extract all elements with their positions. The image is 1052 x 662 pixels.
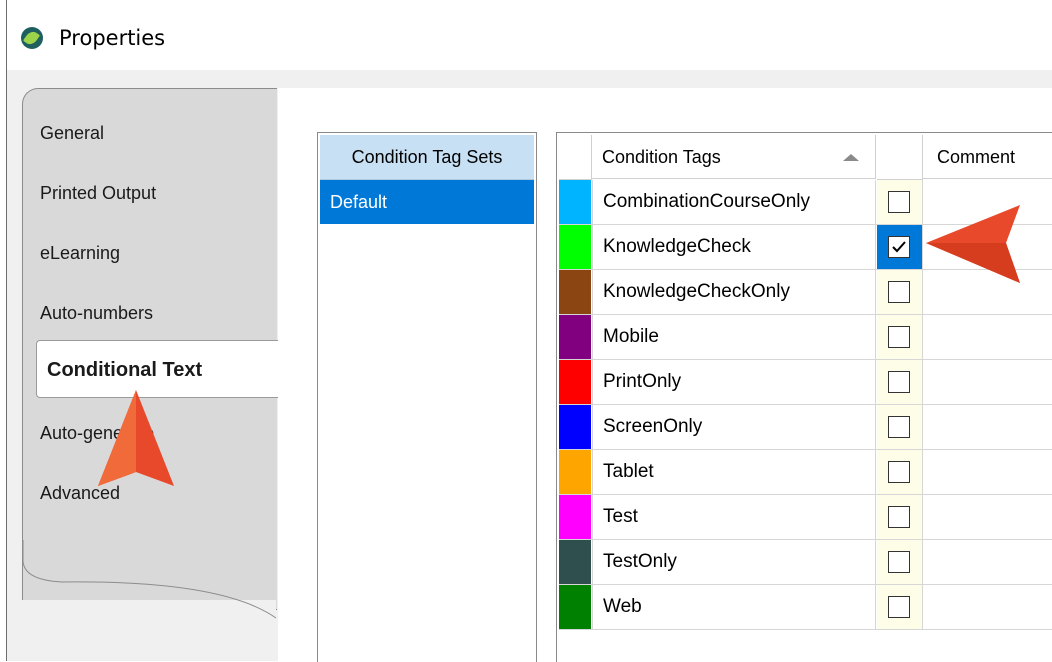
color-swatch[interactable] — [559, 270, 591, 314]
checkbox[interactable] — [888, 281, 910, 303]
tag-name: KnowledgeCheck — [592, 225, 876, 269]
checkbox[interactable] — [888, 191, 910, 213]
comment-cell[interactable] — [923, 495, 1052, 539]
app-leaf-icon — [21, 27, 43, 49]
tag-name: KnowledgeCheckOnly — [592, 270, 876, 314]
checkbox-cell[interactable] — [877, 495, 923, 539]
tag-name: CombinationCourseOnly — [592, 180, 876, 224]
color-swatch[interactable] — [559, 450, 591, 494]
checkbox-cell[interactable] — [877, 405, 923, 449]
tab-strip-curve — [22, 540, 277, 619]
condition-tags-column-header[interactable]: Condition Tags — [592, 135, 876, 179]
tag-sets-header[interactable]: Condition Tag Sets — [320, 135, 534, 180]
condition-tags-header-label: Condition Tags — [602, 147, 721, 167]
tag-name: Test — [592, 495, 876, 539]
checkbox[interactable] — [888, 506, 910, 528]
checkbox-cell[interactable] — [877, 450, 923, 494]
color-swatch[interactable] — [559, 585, 591, 629]
color-swatch[interactable] — [559, 225, 591, 269]
checkbox[interactable] — [888, 596, 910, 618]
checkbox-column-header[interactable] — [877, 135, 923, 180]
checkbox[interactable] — [888, 551, 910, 573]
checkbox-cell[interactable] — [877, 540, 923, 584]
color-swatch[interactable] — [559, 540, 591, 584]
color-swatch[interactable] — [559, 405, 591, 449]
tag-name: Web — [592, 585, 876, 629]
table-row[interactable]: Tablet — [559, 450, 1052, 495]
color-swatch[interactable] — [559, 315, 591, 359]
comment-cell[interactable] — [923, 540, 1052, 584]
comment-cell[interactable] — [923, 360, 1052, 404]
annotation-arrow-left-icon — [926, 205, 1020, 283]
checkbox[interactable] — [888, 416, 910, 438]
checkbox-cell[interactable] — [877, 585, 923, 629]
color-swatch[interactable] — [559, 495, 591, 539]
tag-name: TestOnly — [592, 540, 876, 584]
table-row[interactable]: Mobile — [559, 315, 1052, 360]
comment-cell[interactable] — [923, 315, 1052, 359]
tag-name: ScreenOnly — [592, 405, 876, 449]
checkbox-cell[interactable] — [877, 270, 923, 314]
row-header-corner — [559, 135, 592, 180]
checkbox-cell[interactable] — [877, 360, 923, 404]
tab-elearning[interactable]: eLearning — [40, 241, 120, 265]
tag-name: PrintOnly — [592, 360, 876, 404]
checkbox-cell[interactable] — [877, 180, 923, 224]
title-bar: Properties — [7, 0, 1052, 70]
annotation-arrow-up-icon — [98, 390, 174, 486]
table-row[interactable]: TestOnly — [559, 540, 1052, 585]
tag-name: Tablet — [592, 450, 876, 494]
table-row[interactable]: PrintOnly — [559, 360, 1052, 405]
checkbox-cell[interactable] — [877, 225, 923, 269]
comment-column-header[interactable]: Comment — [923, 135, 1052, 179]
checkbox[interactable] — [888, 371, 910, 393]
tab-auto-numbers[interactable]: Auto-numbers — [40, 301, 153, 325]
checkmark-icon — [892, 241, 906, 253]
window-title: Properties — [59, 26, 166, 50]
comment-cell[interactable] — [923, 405, 1052, 449]
tab-printed-output[interactable]: Printed Output — [40, 181, 156, 205]
checkbox-cell[interactable] — [877, 315, 923, 359]
checkbox-checked[interactable] — [888, 236, 910, 258]
table-row[interactable]: ScreenOnly — [559, 405, 1052, 450]
tab-general[interactable]: General — [40, 121, 104, 145]
table-row[interactable]: Web — [559, 585, 1052, 630]
sort-ascending-icon — [843, 154, 859, 161]
comment-cell[interactable] — [923, 450, 1052, 494]
table-row[interactable]: Test — [559, 495, 1052, 540]
tag-set-item[interactable]: Default — [320, 180, 534, 224]
condition-tag-sets-list: Condition Tag Sets Default — [317, 132, 537, 662]
checkbox[interactable] — [888, 461, 910, 483]
color-swatch[interactable] — [559, 360, 591, 404]
checkbox[interactable] — [888, 326, 910, 348]
color-swatch[interactable] — [559, 180, 591, 224]
comment-cell[interactable] — [923, 585, 1052, 629]
tag-name: Mobile — [592, 315, 876, 359]
